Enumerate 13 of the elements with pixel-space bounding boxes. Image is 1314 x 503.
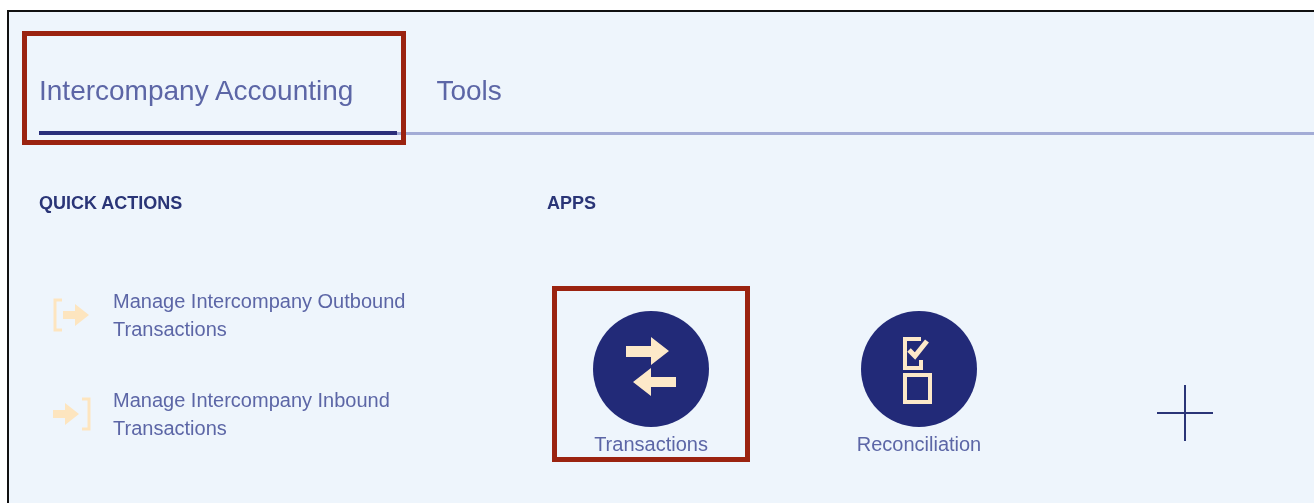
- app-label[interactable]: Transactions: [594, 431, 708, 457]
- arrows-icon: [593, 311, 709, 427]
- app-label[interactable]: Reconciliation: [856, 431, 982, 457]
- section-heading: APPS: [547, 192, 597, 215]
- sign-in-icon: [53, 397, 91, 431]
- checklist-icon: [861, 311, 977, 427]
- quick-action-link[interactable]: Manage Intercompany Inbound Transactions: [113, 386, 453, 442]
- quick-action-link[interactable]: Manage Intercompany Outbound Transactions: [113, 287, 453, 343]
- tab[interactable]: Tools: [436, 73, 502, 135]
- tab[interactable]: Intercompany Accounting: [39, 73, 398, 135]
- sign-out-icon: [53, 298, 91, 332]
- section-heading: QUICK ACTIONS: [39, 192, 183, 215]
- plus-icon[interactable]: [1155, 383, 1215, 443]
